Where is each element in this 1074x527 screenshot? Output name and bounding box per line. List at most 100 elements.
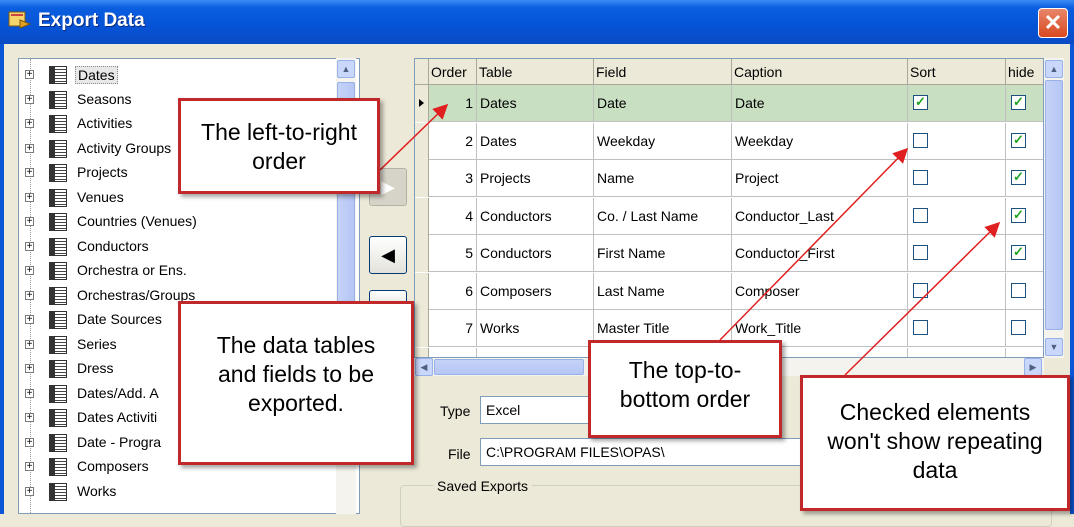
- cell-order[interactable]: 8: [429, 347, 477, 357]
- cell-field[interactable]: Co. / Last Name: [594, 197, 732, 235]
- expand-plus-icon[interactable]: +: [25, 413, 34, 423]
- grid-scroll-right-icon[interactable]: ▶: [1024, 358, 1042, 376]
- hide-checkbox[interactable]: ✓: [1011, 170, 1026, 185]
- cell-field[interactable]: Name: [594, 160, 732, 197]
- expand-plus-icon[interactable]: +: [25, 119, 34, 129]
- hide-checkbox[interactable]: [1011, 282, 1026, 298]
- cell-table[interactable]: Works: [477, 310, 594, 347]
- table-row[interactable]: 5 Conductors First Name Conductor_First ✓: [415, 235, 1043, 272]
- cell-caption[interactable]: Date: [732, 85, 908, 122]
- row-indicator[interactable]: [415, 122, 429, 160]
- close-button[interactable]: ✕: [1038, 8, 1068, 38]
- row-indicator[interactable]: [415, 310, 429, 347]
- cell-hide[interactable]: [1006, 310, 1043, 347]
- sort-checkbox[interactable]: [913, 282, 928, 298]
- row-indicator[interactable]: [415, 160, 429, 197]
- expand-plus-icon[interactable]: +: [25, 70, 34, 80]
- expand-plus-icon[interactable]: +: [25, 168, 34, 178]
- cell-caption[interactable]: Composer: [732, 272, 908, 310]
- cell-sort[interactable]: [908, 272, 1006, 310]
- cell-order[interactable]: 7: [429, 310, 477, 347]
- cell-sort[interactable]: [908, 122, 1006, 160]
- cell-field[interactable]: First Name: [594, 235, 732, 272]
- expand-plus-icon[interactable]: +: [25, 241, 34, 251]
- expand-plus-icon[interactable]: +: [25, 486, 34, 496]
- cell-table[interactable]: Dates: [477, 85, 594, 122]
- cell-field[interactable]: Last Name: [594, 272, 732, 310]
- hide-checkbox[interactable]: [1011, 320, 1026, 335]
- expand-plus-icon[interactable]: +: [25, 192, 34, 202]
- row-indicator[interactable]: [415, 197, 429, 235]
- expand-plus-icon[interactable]: +: [25, 290, 34, 300]
- cell-table[interactable]: Composers: [477, 272, 594, 310]
- cell-field[interactable]: Date: [594, 85, 732, 122]
- file-path-field[interactable]: C:\PROGRAM FILES\OPAS\: [480, 438, 820, 466]
- row-indicator[interactable]: [415, 347, 429, 357]
- table-row[interactable]: 3 Projects Name Project ✓: [415, 160, 1043, 197]
- cell-order[interactable]: 6: [429, 272, 477, 310]
- cell-sort[interactable]: ✓: [908, 347, 1006, 357]
- expand-plus-icon[interactable]: +: [25, 143, 34, 153]
- expand-plus-icon[interactable]: +: [25, 266, 34, 276]
- table-row[interactable]: 4 Conductors Co. / Last Name Conductor_Last…: [415, 197, 1043, 235]
- table-row[interactable]: 2 Dates Weekday Weekday ✓: [415, 122, 1043, 160]
- cell-caption[interactable]: Project: [732, 160, 908, 197]
- tree-item[interactable]: + Orchestra or Ens.: [19, 259, 337, 283]
- sort-checkbox[interactable]: [913, 245, 928, 260]
- cell-sort[interactable]: [908, 197, 1006, 235]
- sort-checkbox[interactable]: ✓: [913, 95, 928, 110]
- cell-table[interactable]: Conductors: [477, 235, 594, 272]
- export-fields-grid[interactable]: Order Table Field Caption Sort hide 1 Dates Date…: [414, 58, 1044, 358]
- cell-hide[interactable]: ✓: [1006, 235, 1043, 272]
- sort-checkbox[interactable]: [913, 207, 928, 223]
- cell-caption[interactable]: Weekday: [732, 122, 908, 160]
- cell-field[interactable]: Weekday: [594, 122, 732, 160]
- sort-checkbox[interactable]: [913, 320, 928, 335]
- cell-table[interactable]: Conductors: [477, 197, 594, 235]
- tree-item[interactable]: + Conductors: [19, 235, 337, 259]
- expand-plus-icon[interactable]: +: [25, 339, 34, 349]
- grid-vertical-scrollbar[interactable]: ▲ ▼: [1044, 58, 1064, 358]
- cell-hide[interactable]: ✓: [1006, 160, 1043, 197]
- cell-sort[interactable]: [908, 310, 1006, 347]
- column-header-order[interactable]: Order: [429, 59, 477, 85]
- sort-checkbox[interactable]: [913, 132, 928, 148]
- column-header-hide[interactable]: hide: [1006, 59, 1043, 85]
- tree-item[interactable]: + Dates: [19, 63, 337, 87]
- cell-order[interactable]: 3: [429, 160, 477, 197]
- cell-hide[interactable]: [1006, 273, 1043, 310]
- hide-checkbox[interactable]: ✓: [1011, 245, 1026, 260]
- remove-field-button[interactable]: ◀: [369, 236, 407, 274]
- cell-table[interactable]: Date - Program: [477, 347, 594, 357]
- cell-order[interactable]: 2: [429, 122, 477, 160]
- grid-scroll-left-icon[interactable]: ◀: [415, 358, 433, 376]
- cell-sort[interactable]: [908, 160, 1006, 197]
- cell-table[interactable]: Dates: [477, 122, 594, 160]
- cell-sort[interactable]: [908, 235, 1006, 272]
- cell-order[interactable]: 5: [429, 235, 477, 272]
- scroll-up-icon[interactable]: ▲: [337, 60, 355, 78]
- grid-scroll-down-icon[interactable]: ▼: [1045, 338, 1063, 356]
- cell-order[interactable]: 4: [429, 197, 477, 235]
- hide-checkbox[interactable]: ✓: [1011, 95, 1026, 110]
- cell-hide[interactable]: [1006, 348, 1043, 358]
- cell-order[interactable]: 1: [429, 85, 477, 122]
- expand-plus-icon[interactable]: +: [25, 217, 34, 227]
- expand-plus-icon[interactable]: +: [25, 364, 34, 374]
- cell-hide[interactable]: ✓: [1006, 198, 1043, 235]
- cell-hide[interactable]: ✓: [1006, 123, 1043, 160]
- cell-sort[interactable]: ✓: [908, 85, 1006, 122]
- tree-item[interactable]: + Countries (Venues): [19, 210, 337, 234]
- column-header-field[interactable]: Field: [594, 59, 732, 85]
- column-header-caption[interactable]: Caption: [732, 59, 908, 85]
- row-indicator[interactable]: [415, 235, 429, 272]
- expand-plus-icon[interactable]: +: [25, 462, 34, 472]
- row-indicator[interactable]: [415, 85, 429, 122]
- hide-checkbox[interactable]: ✓: [1011, 207, 1026, 223]
- cell-hide[interactable]: ✓: [1006, 85, 1043, 122]
- expand-plus-icon[interactable]: +: [25, 315, 34, 325]
- expand-plus-icon[interactable]: +: [25, 437, 34, 447]
- sort-checkbox[interactable]: [913, 170, 928, 185]
- table-row[interactable]: 1 Dates Date Date ✓ ✓: [415, 85, 1043, 122]
- hide-checkbox[interactable]: ✓: [1011, 132, 1026, 148]
